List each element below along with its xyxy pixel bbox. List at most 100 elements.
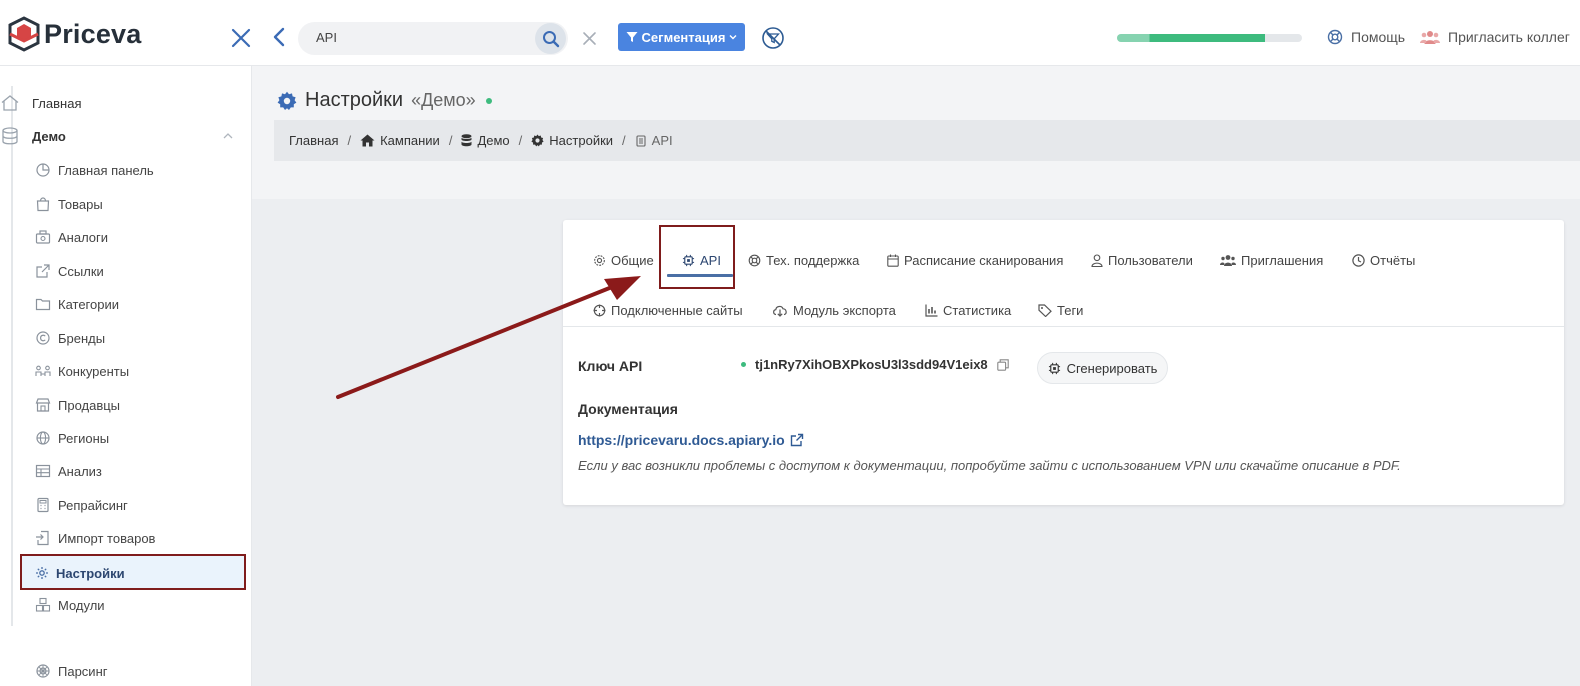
documentation-link[interactable]: https://pricevaru.docs.apiary.io	[578, 432, 804, 448]
tab-support[interactable]: Тех. поддержка	[748, 250, 859, 270]
sidebar-item[interactable]: Импорт товаров	[35, 527, 155, 549]
tab-reports[interactable]: Отчёты	[1352, 250, 1415, 270]
search-input[interactable]	[316, 30, 516, 45]
shop-icon	[35, 397, 51, 413]
user-icon	[1091, 253, 1103, 267]
chevron-left-icon[interactable]	[270, 26, 288, 48]
sidebar-item[interactable]: Ссылки	[35, 260, 104, 282]
page-title-text: Настройки	[305, 89, 404, 111]
tabs-divider	[563, 326, 1564, 327]
help-link[interactable]: Помощь	[1327, 29, 1405, 45]
close-icon[interactable]	[230, 27, 252, 49]
breadcrumb-project[interactable]: Демо	[461, 133, 510, 148]
copyright-icon	[35, 330, 51, 346]
breadcrumb-separator: /	[448, 133, 453, 148]
sidebar-item-label: Репрайсинг	[58, 497, 128, 513]
copy-icon[interactable]	[996, 358, 1009, 371]
sidebar-item-label: Аналоги	[58, 229, 109, 245]
breadcrumb-current: API	[635, 133, 673, 148]
tab-users[interactable]: Пользователи	[1091, 250, 1193, 270]
import-icon	[35, 530, 51, 546]
sidebar-item[interactable]: Категории	[35, 293, 119, 315]
tab-connected-sites[interactable]: Подключенные сайты	[593, 300, 743, 320]
tab-label: Приглашения	[1241, 252, 1324, 268]
analogs-icon	[35, 229, 51, 245]
invite-colleagues-link[interactable]: Пригласить коллег	[1420, 29, 1570, 45]
filter-off-icon[interactable]	[761, 26, 785, 50]
search-icon	[542, 30, 559, 47]
search-button[interactable]	[535, 23, 566, 54]
sidebar-item[interactable]: Конкуренты	[35, 360, 129, 382]
chip-icon	[1048, 362, 1060, 374]
sidebar-item[interactable]: Бренды	[35, 327, 105, 349]
sidebar-item[interactable]: Репрайсинг	[35, 494, 128, 516]
sidebar-item-label: Парсинг	[58, 663, 108, 679]
sidebar-item[interactable]: Анализ	[35, 460, 102, 482]
chevron-up-icon[interactable]	[222, 131, 234, 141]
lifebuoy-icon	[748, 254, 761, 266]
sidebar-item-settings[interactable]: Настройки	[35, 562, 125, 584]
tab-label: API	[700, 252, 721, 268]
tab-invites[interactable]: Приглашения	[1220, 250, 1323, 270]
tab-export-module[interactable]: Модуль экспорта	[772, 300, 896, 320]
sidebar-item[interactable]: Аналоги	[35, 226, 108, 248]
api-key-value-row: tj1nRy7XihOBXPkosU3l3sdd94V1eix8	[741, 357, 1009, 372]
tab-statistics[interactable]: Статистика	[925, 300, 1011, 320]
sidebar-item-label: Главная	[32, 95, 82, 111]
breadcrumb-settings[interactable]: Настройки	[531, 133, 613, 148]
sidebar-item-label: Товары	[58, 196, 103, 212]
tab-api[interactable]: API	[682, 250, 721, 270]
tab-schedule[interactable]: Расписание сканирования	[887, 250, 1063, 270]
tag-icon	[1038, 303, 1052, 317]
sidebar-item[interactable]: Продавцы	[35, 394, 120, 416]
page-title: Настройки «Демо»	[277, 89, 492, 112]
api-key-label: Ключ API	[578, 358, 643, 374]
calendar-icon	[887, 254, 899, 267]
tab-label: Статистика	[943, 302, 1012, 318]
clock-icon	[1352, 253, 1365, 267]
sidebar-item[interactable]: Регионы	[35, 427, 109, 449]
logo-text: Priceva	[44, 18, 142, 49]
pie-chart-icon	[35, 162, 51, 178]
bar-chart-icon	[925, 304, 938, 317]
database-icon	[2, 127, 18, 145]
bag-icon	[35, 196, 51, 212]
generate-key-label: Сгенерировать	[1066, 360, 1158, 376]
breadcrumb-home[interactable]: Главная	[289, 133, 338, 148]
filter-icon	[626, 32, 638, 42]
gear-icon	[531, 134, 544, 147]
tab-tags[interactable]: Теги	[1038, 300, 1083, 320]
segmentation-button[interactable]: Сегментация	[618, 23, 745, 51]
clear-search-icon[interactable]	[582, 31, 597, 46]
breadcrumb-campaigns[interactable]: Кампании	[360, 133, 440, 148]
tab-label: Теги	[1057, 302, 1084, 318]
sidebar-item[interactable]: Модули	[35, 594, 105, 616]
sidebar-item-project[interactable]: Демо	[0, 125, 66, 147]
documentation-link-text: https://pricevaru.docs.apiary.io	[578, 432, 785, 448]
breadcrumb-separator: /	[622, 133, 626, 148]
segmentation-label: Сегментация	[641, 29, 726, 45]
external-link-icon	[35, 263, 51, 279]
sidebar-item-label: Категории	[58, 296, 119, 312]
modules-icon	[35, 597, 51, 613]
competitors-icon	[35, 363, 51, 379]
sidebar-item-label: Бренды	[58, 330, 106, 346]
globe-icon	[35, 430, 51, 446]
sidebar-item-label: Ссылки	[58, 263, 104, 279]
sidebar-item-parsing[interactable]: Парсинг	[35, 660, 108, 682]
sidebar-item[interactable]: Главная панель	[35, 159, 154, 181]
tab-general[interactable]: Общие	[593, 250, 654, 270]
sidebar-item-home[interactable]: Главная	[0, 92, 81, 114]
generate-key-button[interactable]: Сгенерировать	[1037, 352, 1168, 384]
usage-progress-fill	[1117, 34, 1265, 42]
status-dot	[485, 97, 492, 104]
gear-icon	[35, 566, 49, 580]
caret-down-icon	[729, 35, 737, 40]
logo[interactable]: Priceva	[6, 16, 141, 52]
sidebar-item[interactable]: Товары	[35, 193, 103, 215]
breadcrumb-label: API	[651, 133, 673, 148]
usage-progress-bar	[1117, 34, 1302, 42]
api-key-value[interactable]: tj1nRy7XihOBXPkosU3l3sdd94V1eix8	[755, 357, 988, 372]
sidebar-item-label: Анализ	[58, 463, 102, 479]
documentation-note: Если у вас возникли проблемы с доступом …	[578, 458, 1401, 473]
